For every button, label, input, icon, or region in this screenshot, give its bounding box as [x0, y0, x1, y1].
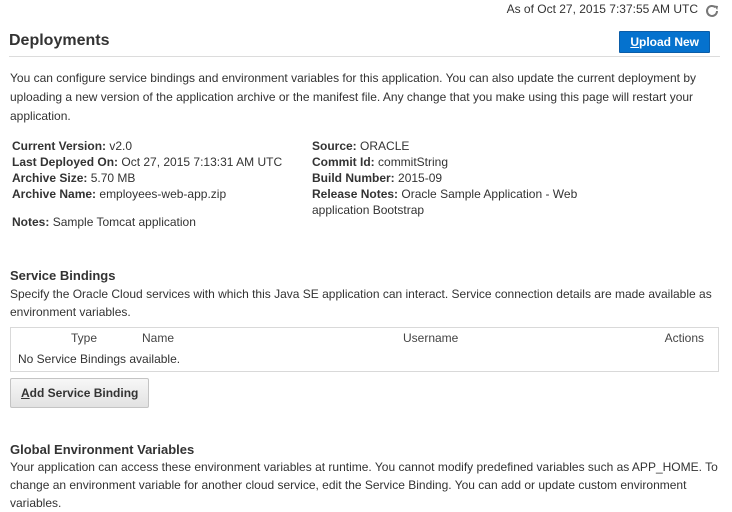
- add-binding-label: dd Service Binding: [29, 386, 139, 400]
- service-bindings-title: Service Bindings: [10, 268, 116, 283]
- build-number-value: 2015-09: [398, 171, 443, 185]
- details-right-column: Source: ORACLE Commit Id: commitString B…: [312, 138, 612, 218]
- add-binding-accel: A: [21, 386, 30, 400]
- details-left-column: Current Version: v2.0 Last Deployed On: …: [12, 138, 302, 229]
- commit-id-label: Commit Id:: [312, 155, 375, 169]
- empty-table-message: No Service Bindings available.: [18, 352, 181, 366]
- deployments-header: Deployments Upload New: [9, 30, 720, 57]
- upload-button-accel: U: [630, 35, 639, 49]
- build-number-label: Build Number:: [312, 171, 395, 185]
- add-service-binding-button[interactable]: Add Service Binding: [10, 378, 150, 408]
- notes-value: Sample Tomcat application: [52, 215, 196, 229]
- service-bindings-description: Specify the Oracle Cloud services with w…: [10, 287, 712, 319]
- current-version-value: v2.0: [109, 139, 133, 153]
- commit-id-row: Commit Id: commitString: [312, 154, 612, 170]
- intro-text: You can configure service bindings and e…: [10, 71, 696, 123]
- page-title: Deployments: [9, 32, 110, 49]
- archive-size-label: Archive Size:: [12, 171, 88, 185]
- archive-name-label: Archive Name:: [12, 187, 97, 201]
- source-row: Source: ORACLE: [312, 138, 612, 154]
- refresh-icon[interactable]: [704, 3, 720, 19]
- archive-size-row: Archive Size: 5.70 MB: [12, 170, 302, 186]
- upload-new-button[interactable]: Upload New: [619, 31, 710, 53]
- build-number-row: Build Number: 2015-09: [312, 170, 612, 186]
- upload-button-label: pload New: [638, 35, 699, 49]
- source-label: Source:: [312, 139, 357, 153]
- table-header-row: Type Name Username Actions: [11, 328, 718, 346]
- last-deployed-value: Oct 27, 2015 7:13:31 AM UTC: [121, 155, 283, 169]
- current-version-label: Current Version:: [12, 139, 107, 153]
- global-env-title: Global Environment Variables: [10, 442, 195, 457]
- column-header-type[interactable]: Type: [71, 331, 97, 345]
- service-bindings-table: Type Name Username Actions No Service Bi…: [10, 327, 719, 372]
- archive-name-value: employees-web-app.zip: [99, 187, 227, 201]
- source-value: ORACLE: [360, 139, 410, 153]
- commit-id-value: commitString: [378, 155, 449, 169]
- current-version-row: Current Version: v2.0: [12, 138, 302, 154]
- archive-size-value: 5.70 MB: [90, 171, 136, 185]
- global-env-description: Your application can access these enviro…: [10, 460, 718, 510]
- timestamp-bar: As of Oct 27, 2015 7:37:55 AM UTC: [507, 0, 720, 18]
- notes-row: Notes: Sample Tomcat application: [12, 214, 196, 230]
- archive-name-row: Archive Name: employees-web-app.zip: [12, 186, 302, 202]
- last-deployed-label: Last Deployed On:: [12, 155, 119, 169]
- timestamp-text: As of Oct 27, 2015 7:37:55 AM UTC: [506, 2, 698, 16]
- notes-label: Notes:: [12, 215, 50, 229]
- column-header-name[interactable]: Name: [142, 331, 174, 345]
- release-notes-label: Release Notes:: [312, 187, 399, 201]
- last-deployed-row: Last Deployed On: Oct 27, 2015 7:13:31 A…: [12, 154, 302, 170]
- release-notes-row: Release Notes: Oracle Sample Application…: [312, 186, 612, 218]
- column-header-actions: Actions: [664, 331, 704, 345]
- column-header-username[interactable]: Username: [403, 331, 458, 345]
